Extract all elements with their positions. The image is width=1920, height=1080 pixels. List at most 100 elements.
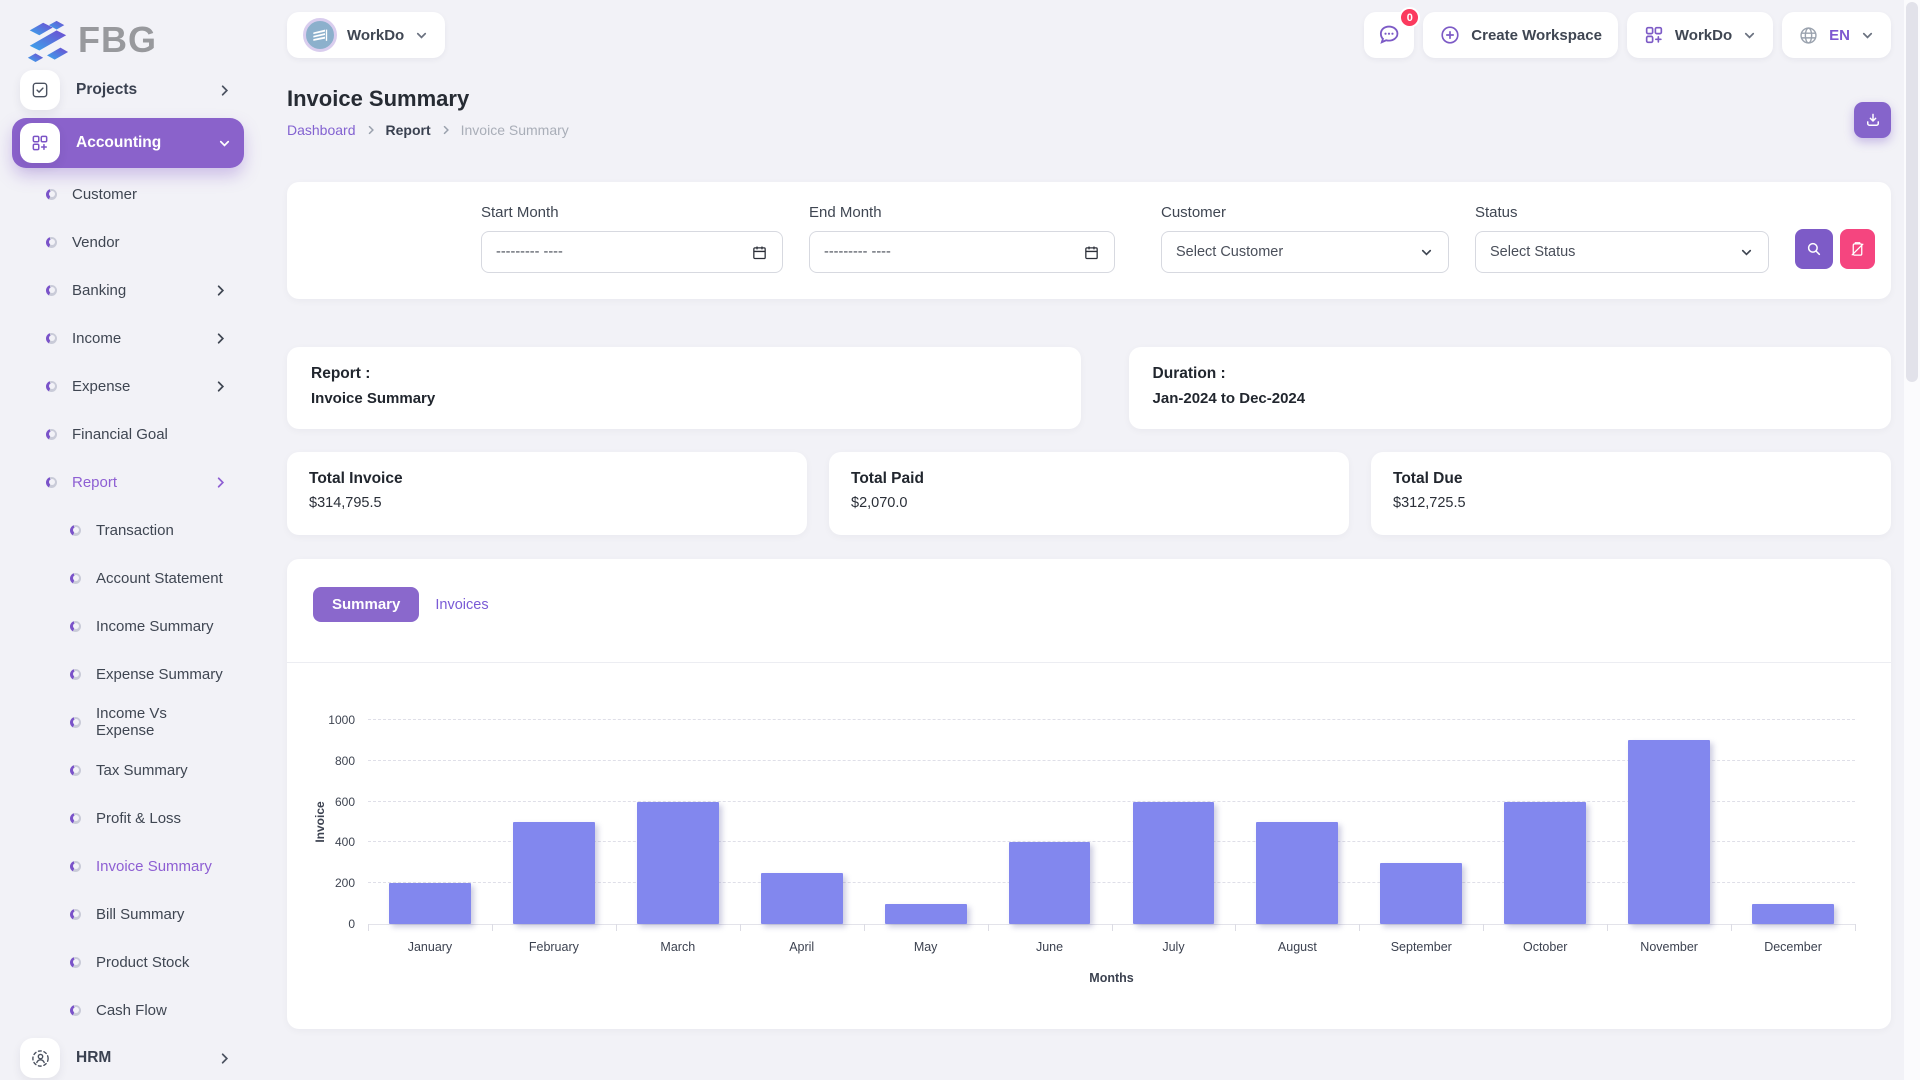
tab-summary[interactable]: Summary: [313, 587, 419, 622]
y-axis-tick-label: 1000: [328, 713, 355, 727]
scrollbar-thumb[interactable]: [1906, 2, 1918, 382]
sidebar-item-profit-loss[interactable]: Profit & Loss: [12, 794, 244, 842]
chevron-down-icon: [217, 136, 232, 151]
sidebar-item-projects[interactable]: Projects: [12, 66, 244, 114]
plus-circle-icon: [1439, 24, 1461, 46]
app-menu-button[interactable]: WorkDo: [1627, 12, 1773, 58]
bar-may[interactable]: [885, 904, 967, 924]
gridline: [368, 719, 1855, 720]
start-month-input[interactable]: --------- ----: [481, 231, 783, 273]
bar-november[interactable]: [1628, 740, 1710, 924]
status-field-group: Status Select Status: [1475, 204, 1769, 299]
chart-x-labels: JanuaryFebruaryMarchAprilMayJuneJulyAugu…: [368, 940, 1855, 958]
sidebar-item-label: Report: [72, 474, 213, 491]
chat-bubble-icon: [1376, 22, 1402, 48]
x-axis-label-january: January: [408, 940, 452, 954]
status-select[interactable]: Select Status: [1475, 231, 1769, 273]
breadcrumb-current: Invoice Summary: [461, 122, 569, 138]
search-button[interactable]: [1795, 229, 1833, 269]
bullet-icon: [46, 189, 57, 200]
bullet-icon: [70, 621, 81, 632]
bar-april[interactable]: [761, 873, 843, 924]
bar-june[interactable]: [1009, 842, 1091, 924]
y-axis-tick-label: 400: [335, 835, 355, 849]
x-axis-tick: [740, 924, 741, 931]
filter-card: Start Month --------- ---- End Month ---…: [287, 182, 1891, 299]
x-axis-label-february: February: [529, 940, 579, 954]
reset-filter-button[interactable]: [1840, 229, 1875, 269]
start-month-placeholder: --------- ----: [496, 244, 563, 260]
sidebar-item-label: Product Stock: [96, 954, 228, 971]
bar-october[interactable]: [1504, 802, 1586, 924]
scrollbar-track[interactable]: [1904, 0, 1920, 1080]
tab-invoices[interactable]: Invoices: [435, 597, 488, 613]
status-label: Status: [1475, 204, 1769, 221]
chevron-down-icon: [1419, 245, 1434, 260]
create-workspace-button[interactable]: Create Workspace: [1423, 12, 1618, 58]
bar-august[interactable]: [1256, 822, 1338, 924]
sidebar-item-cash-flow[interactable]: Cash Flow: [12, 986, 244, 1034]
bar-january[interactable]: [389, 883, 471, 924]
chart-tabs: Summary Invoices: [313, 587, 1865, 622]
end-month-input[interactable]: --------- ----: [809, 231, 1115, 273]
bar-february[interactable]: [513, 822, 595, 924]
customer-select[interactable]: Select Customer: [1161, 231, 1449, 273]
sidebar-item-account-statement[interactable]: Account Statement: [12, 554, 244, 602]
bullet-icon: [70, 717, 81, 728]
y-axis-tick-label: 600: [335, 795, 355, 809]
sidebar-item-transaction[interactable]: Transaction: [12, 506, 244, 554]
sidebar-item-customer[interactable]: Customer: [12, 170, 244, 218]
grid-plus-icon: [1643, 24, 1665, 46]
report-card: Report : Invoice Summary: [287, 347, 1081, 429]
status-select-value: Select Status: [1490, 244, 1575, 260]
chevron-right-icon: [213, 283, 228, 298]
duration-card: Duration : Jan-2024 to Dec-2024: [1129, 347, 1891, 429]
language-label: EN: [1829, 27, 1850, 44]
sidebar-item-tax-summary[interactable]: Tax Summary: [12, 746, 244, 794]
bar-march[interactable]: [637, 802, 719, 924]
search-icon: [1805, 240, 1823, 258]
sidebar-item-report[interactable]: Report: [12, 458, 244, 506]
messages-button[interactable]: 0: [1364, 12, 1414, 58]
sidebar-item-vendor[interactable]: Vendor: [12, 218, 244, 266]
create-workspace-label: Create Workspace: [1471, 27, 1602, 44]
sidebar-item-expense[interactable]: Expense: [12, 362, 244, 410]
sidebar-item-invoice-summary[interactable]: Invoice Summary: [12, 842, 244, 890]
report-info-row: Report : Invoice Summary Duration : Jan-…: [287, 347, 1891, 429]
bar-september[interactable]: [1380, 863, 1462, 924]
sidebar-item-income-vs-expense[interactable]: Income Vs Expense: [12, 698, 244, 746]
bar-july[interactable]: [1133, 802, 1215, 924]
download-button[interactable]: [1854, 102, 1891, 138]
filter-actions: [1795, 229, 1875, 269]
end-month-placeholder: --------- ----: [824, 244, 891, 260]
sidebar-item-product-stock[interactable]: Product Stock: [12, 938, 244, 986]
page-title: Invoice Summary: [287, 86, 569, 112]
app-logo[interactable]: FBG: [12, 14, 244, 66]
sidebar-item-accounting[interactable]: Accounting: [12, 118, 244, 168]
total-due-card: Total Due $312,725.5: [1371, 452, 1891, 535]
chevron-down-icon: [1860, 28, 1875, 43]
sidebar-item-hrm[interactable]: HRM: [12, 1034, 244, 1080]
chevron-down-icon: [1739, 245, 1754, 260]
bullet-icon: [70, 573, 81, 584]
language-selector[interactable]: EN: [1782, 12, 1891, 58]
bar-december[interactable]: [1752, 904, 1834, 924]
workspace-switcher[interactable]: WorkDo: [287, 12, 445, 58]
sidebar-item-expense-summary[interactable]: Expense Summary: [12, 650, 244, 698]
sidebar-item-income[interactable]: Income: [12, 314, 244, 362]
sidebar-item-label: Projects: [76, 81, 217, 99]
breadcrumb-dashboard[interactable]: Dashboard: [287, 122, 356, 138]
download-icon: [1864, 111, 1882, 129]
sidebar-item-banking[interactable]: Banking: [12, 266, 244, 314]
sidebar-item-label: Expense: [72, 378, 213, 395]
sidebar-item-bill-summary[interactable]: Bill Summary: [12, 890, 244, 938]
bullet-icon: [46, 477, 57, 488]
sidebar-item-financial-goal[interactable]: Financial Goal: [12, 410, 244, 458]
x-axis-label-april: April: [789, 940, 814, 954]
sidebar-menu: ProjectsAccountingCustomerVendorBankingI…: [12, 66, 244, 1080]
x-axis-label-november: November: [1640, 940, 1698, 954]
sidebar-item-income-summary[interactable]: Income Summary: [12, 602, 244, 650]
breadcrumb-report[interactable]: Report: [386, 122, 431, 138]
totals-row: Total Invoice $314,795.5 Total Paid $2,0…: [287, 452, 1891, 535]
chevron-right-icon: [217, 83, 232, 98]
